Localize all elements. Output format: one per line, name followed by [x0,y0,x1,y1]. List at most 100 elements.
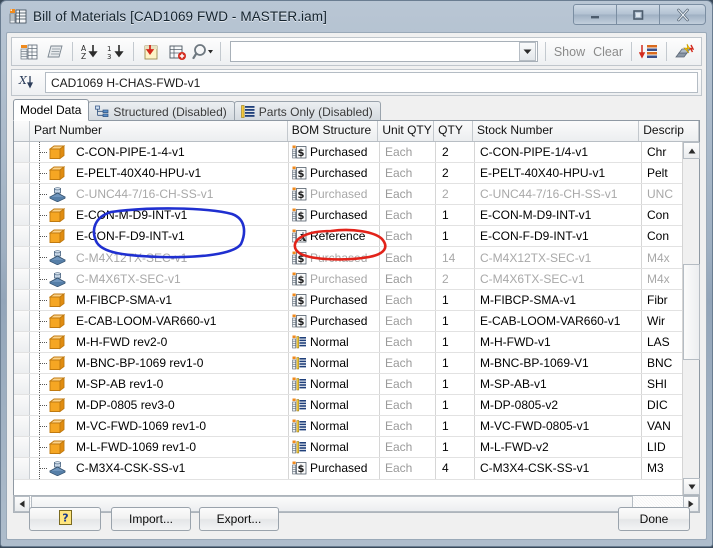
cell-unit-qty[interactable]: Each [380,437,436,458]
row-selector[interactable] [14,416,30,437]
cell-stock-number[interactable]: M-L-FWD-v2 [475,437,642,458]
bom-structure-icon[interactable] [637,40,661,63]
cell-bom-structure[interactable]: Normal [289,374,380,395]
cell-unit-qty[interactable]: Each [380,142,436,163]
row-selector[interactable] [14,374,30,395]
row-selector[interactable] [14,226,30,247]
cell-bom-structure[interactable]: $ Purchased [289,184,380,205]
scroll-down-icon[interactable] [683,478,700,495]
table-row[interactable]: E-CAB-LOOM-VAR660-v1 $ Purchased Each 1 E-CAB… [14,310,699,332]
row-selector[interactable] [14,184,30,205]
cell-stock-number[interactable]: E-CON-M-D9-INT-v1 [475,205,642,226]
cell-qty[interactable]: 1 [436,289,475,310]
cell-part-number[interactable]: C-CON-PIPE-1-4-v1 [70,142,289,163]
table-row[interactable]: M-DP-0805 rev3-0 Normal Each 1 M-DP-0805-v2 D… [14,395,699,417]
cell-qty[interactable]: 2 [436,163,475,184]
cell-qty[interactable]: 1 [436,374,475,395]
cell-unit-qty[interactable]: Each [380,163,436,184]
done-button[interactable]: Done [618,507,690,531]
cell-unit-qty[interactable]: Each [380,289,436,310]
cell-bom-structure[interactable]: Normal [289,416,380,437]
cell-part-number[interactable]: E-CAB-LOOM-VAR660-v1 [70,310,289,331]
cell-stock-number[interactable]: E-CON-F-D9-INT-v1 [475,226,642,247]
rename-xz-icon[interactable]: X [15,71,41,94]
row-selector[interactable] [14,458,30,479]
cell-bom-structure[interactable]: Normal [289,437,380,458]
cell-stock-number[interactable]: E-CAB-LOOM-VAR660-v1 [475,310,642,331]
table-row[interactable]: C-M3X4-CSK-SS-v1 $ Purchased Each 4 C-M3X4-CS… [14,458,699,480]
cell-part-number[interactable]: M-FIBCP-SMA-v1 [70,289,289,310]
cell-qty[interactable]: 2 [436,184,475,205]
table-row[interactable]: M-L-FWD-1069 rev1-0 Normal Each 1 M-L-FWD-v2… [14,437,699,459]
header-stock-number[interactable]: Stock Number [473,121,640,141]
cell-bom-structure[interactable]: $ Purchased [289,247,380,268]
cell-qty[interactable]: 1 [436,310,475,331]
cell-qty[interactable]: 1 [436,331,475,352]
header-description[interactable]: Descrip [639,121,700,141]
cell-bom-structure[interactable]: Normal [289,331,380,352]
cell-bom-structure[interactable]: $ Purchased [289,163,380,184]
table-row[interactable]: C-M4X6TX-SEC-v1 $ Purchased Each 2 C-M4X6TX-S… [14,268,699,290]
cell-qty[interactable]: 2 [436,142,475,163]
table-row[interactable]: C-CON-PIPE-1-4-v1 $ Purchased Each 2 C-CON-PI… [14,142,699,164]
cell-part-number[interactable]: M-H-FWD rev2-0 [70,331,289,352]
cell-bom-structure[interactable]: $ Purchased [289,310,380,331]
cell-unit-qty[interactable]: Each [380,416,436,437]
cell-unit-qty[interactable]: Each [380,352,436,374]
minimize-button[interactable] [573,4,617,25]
vertical-scrollbar[interactable] [682,142,700,495]
cell-part-number[interactable]: M-DP-0805 rev3-0 [70,395,289,416]
maximize-button[interactable] [616,4,660,25]
row-selector[interactable] [14,268,30,289]
header-part-number[interactable]: Part Number [29,121,288,141]
row-selector[interactable] [14,247,30,268]
row-selector[interactable] [14,310,30,331]
table-row[interactable]: M-VC-FWD-1069 rev1-0 Normal Each 1 M-VC-FWD-… [14,416,699,438]
vertical-scrollbar-thumb[interactable] [683,264,700,360]
cell-qty[interactable]: 1 [436,205,475,226]
cell-part-number[interactable]: E-CON-F-D9-INT-v1 [70,226,289,247]
header-unit-qty[interactable]: Unit QTY [378,121,435,141]
bom-view-properties-icon[interactable] [17,40,41,63]
row-selector[interactable] [14,205,30,226]
cell-bom-structure[interactable]: XReference [289,226,380,247]
cell-bom-structure[interactable]: $ Purchased [289,289,380,310]
cell-stock-number[interactable]: C-M4X12TX-SEC-v1 [475,247,642,268]
bom-export-sheet-icon[interactable] [43,40,67,63]
cell-stock-number[interactable]: M-DP-0805-v2 [475,395,642,416]
cell-qty[interactable]: 2 [436,268,475,289]
row-selector[interactable] [14,395,30,416]
cell-unit-qty[interactable]: Each [380,331,436,352]
row-selector[interactable] [14,437,30,458]
cell-stock-number[interactable]: C-UNC44-7/16-CH-SS-v1 [475,184,642,205]
cell-stock-number[interactable]: M-BNC-BP-1069-V1 [475,352,642,374]
table-row[interactable]: M-FIBCP-SMA-v1 $ Purchased Each 1 M-FIBCP-SMA… [14,289,699,311]
cell-qty[interactable]: 1 [436,437,475,458]
assembly-path-field[interactable]: CAD1069 H-CHAS-FWD-v1 [45,72,698,93]
cell-stock-number[interactable]: M-FIBCP-SMA-v1 [475,289,642,310]
export-button[interactable]: Export... [199,507,279,531]
cell-unit-qty[interactable]: Each [380,184,436,205]
scroll-up-icon[interactable] [683,142,700,159]
cell-qty[interactable]: 1 [436,416,475,437]
table-row[interactable]: C-UNC44-7/16-CH-SS-v1 $ Purchased Each 2 C-UN… [14,184,699,206]
sort-descending-icon[interactable]: 1 3 [104,40,128,63]
table-row[interactable]: M-H-FWD rev2-0 Normal Each 1 M-H-FWD-v1 LAS [14,331,699,353]
cell-unit-qty[interactable]: Each [380,374,436,395]
cell-qty[interactable]: 1 [436,352,475,374]
cell-stock-number[interactable]: M-VC-FWD-0805-v1 [475,416,642,437]
cell-bom-structure[interactable]: $ Purchased [289,458,380,479]
cell-part-number[interactable]: E-PELT-40X40-HPU-v1 [70,163,289,184]
table-row[interactable]: C-M4X12TX-SEC-v1 $ Purchased Each 14 C-M4X12T… [14,247,699,269]
cell-stock-number[interactable]: C-M4X6TX-SEC-v1 [475,268,642,289]
add-custom-part-icon[interactable] [165,40,189,63]
cell-qty[interactable]: 14 [436,247,475,268]
cell-unit-qty[interactable]: Each [380,395,436,416]
cell-bom-structure[interactable]: $ Purchased [289,205,380,226]
cell-stock-number[interactable]: C-CON-PIPE-1/4-v1 [475,142,642,163]
cell-stock-number[interactable]: E-PELT-40X40-HPU-v1 [475,163,642,184]
row-selector[interactable] [14,352,30,374]
cell-unit-qty[interactable]: Each [380,310,436,331]
cell-stock-number[interactable]: M-H-FWD-v1 [475,331,642,352]
cell-qty[interactable]: 1 [436,395,475,416]
